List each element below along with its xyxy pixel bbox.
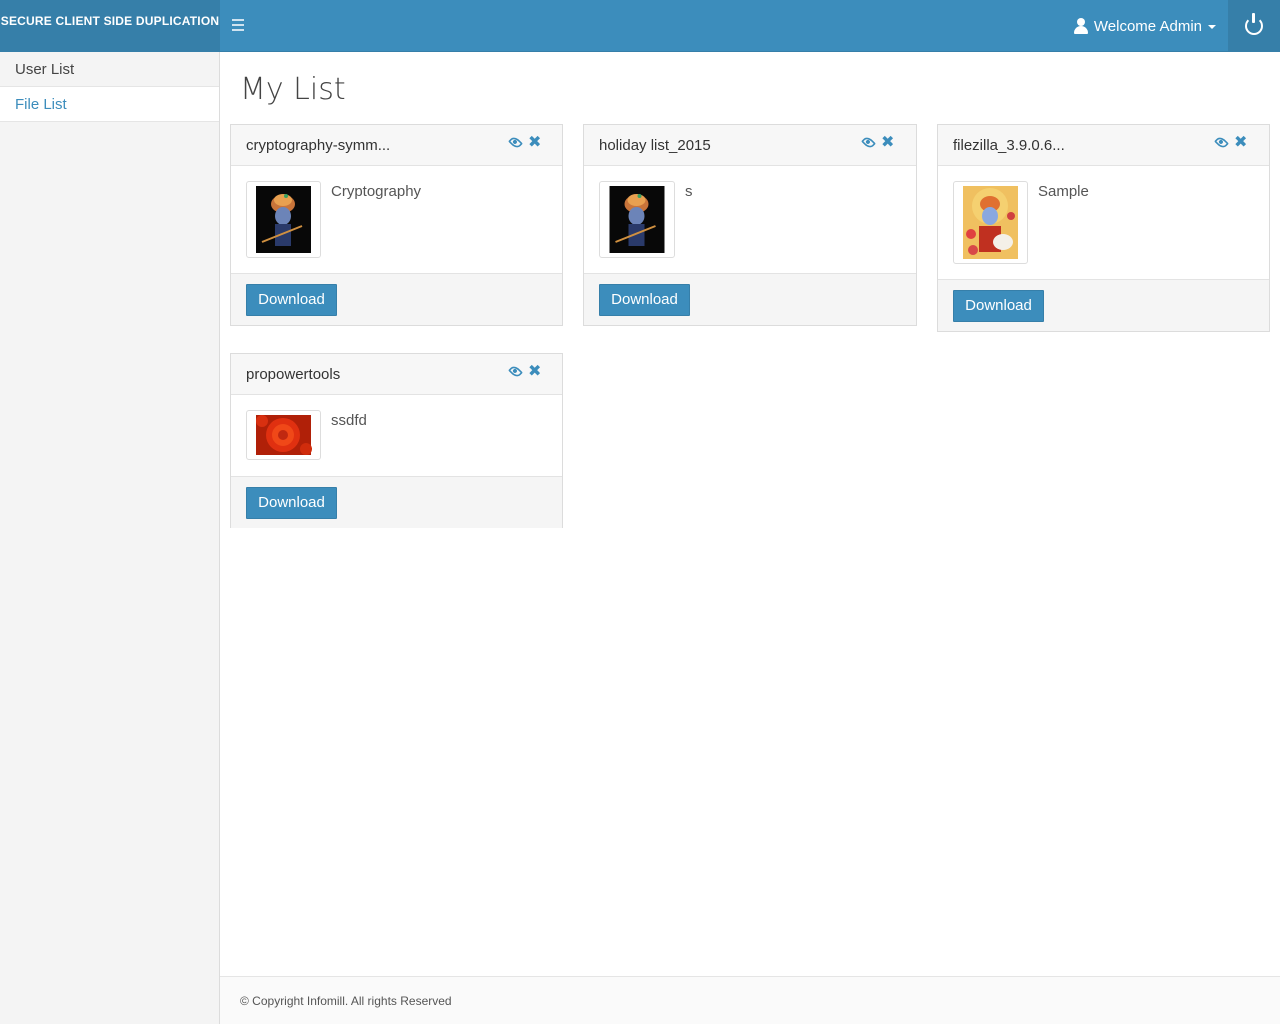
file-thumbnail (246, 181, 321, 258)
card-title: filezilla_3.9.0.6... (953, 137, 1065, 154)
download-button[interactable]: Download (246, 284, 337, 316)
file-card: filezilla_3.9.0.6... ✖ Sample Download (937, 124, 1270, 332)
file-thumbnail (246, 410, 321, 460)
eye-icon[interactable] (861, 135, 876, 150)
close-icon[interactable]: ✖ (528, 364, 541, 380)
user-icon (1073, 18, 1089, 34)
page-footer: © Copyright Infomill. All rights Reserve… (220, 976, 1280, 1024)
card-footer: Download (938, 279, 1269, 331)
card-footer: Download (584, 273, 916, 325)
download-button[interactable]: Download (599, 284, 690, 316)
sidebar: User List File List (0, 52, 220, 1024)
card-body: Cryptography (231, 166, 562, 273)
download-button[interactable]: Download (246, 487, 337, 519)
top-navbar: SECURE CLIENT SIDE DUPLICATION Welcome A… (0, 0, 1280, 52)
page-title: My List (240, 72, 346, 107)
close-icon[interactable]: ✖ (881, 135, 894, 151)
card-description: Sample (1038, 183, 1089, 200)
card-title: cryptography-symm... (246, 137, 391, 154)
download-button[interactable]: Download (953, 290, 1044, 322)
card-description: Cryptography (331, 183, 422, 200)
file-card: holiday list_2015 ✖ s Download (583, 124, 917, 326)
main-content: My List cryptography-symm... ✖ Cryptogra… (220, 52, 1280, 976)
sidebar-item-file-list[interactable]: File List (0, 87, 219, 122)
card-description: ssdfd (331, 412, 367, 429)
card-body: ssdfd (231, 395, 562, 476)
card-header: propowertools ✖ (231, 354, 562, 395)
copyright-text: © Copyright Infomill. All rights Reserve… (240, 994, 452, 1008)
close-icon[interactable]: ✖ (1234, 135, 1247, 151)
krishna-image (609, 186, 665, 253)
krishna-image (256, 186, 311, 253)
card-footer: Download (231, 476, 562, 528)
card-body: Sample (938, 166, 1269, 279)
user-menu-dropdown[interactable]: Welcome Admin (1073, 0, 1216, 52)
hamburger-icon (232, 19, 244, 21)
eye-icon[interactable] (1214, 135, 1229, 150)
card-footer: Download (231, 273, 562, 325)
logout-button[interactable] (1228, 0, 1280, 52)
file-thumbnail (599, 181, 675, 258)
card-title: propowertools (246, 366, 341, 383)
file-thumbnail (953, 181, 1028, 264)
card-title: holiday list_2015 (599, 137, 711, 154)
welcome-text: Welcome Admin (1093, 17, 1202, 35)
card-header: filezilla_3.9.0.6... ✖ (938, 125, 1269, 166)
sidebar-item-user-list[interactable]: User List (0, 52, 219, 87)
eye-icon[interactable] (508, 364, 523, 379)
krishna-color-image (963, 186, 1018, 259)
card-body: s (584, 166, 916, 273)
caret-down-icon (1208, 25, 1216, 29)
card-header: cryptography-symm... ✖ (231, 125, 562, 166)
close-icon[interactable]: ✖ (528, 135, 541, 151)
file-card: cryptography-symm... ✖ Cryptography Down… (230, 124, 563, 326)
sidebar-toggle-button[interactable] (232, 15, 252, 35)
eye-icon[interactable] (508, 135, 523, 150)
card-header: holiday list_2015 ✖ (584, 125, 916, 166)
brand-logo[interactable]: SECURE CLIENT SIDE DUPLICATION (0, 0, 220, 52)
power-icon (1245, 13, 1263, 35)
file-card: propowertools ✖ ssdfd Download (230, 353, 563, 528)
red-flower-image (256, 415, 312, 455)
card-description: s (685, 183, 693, 200)
